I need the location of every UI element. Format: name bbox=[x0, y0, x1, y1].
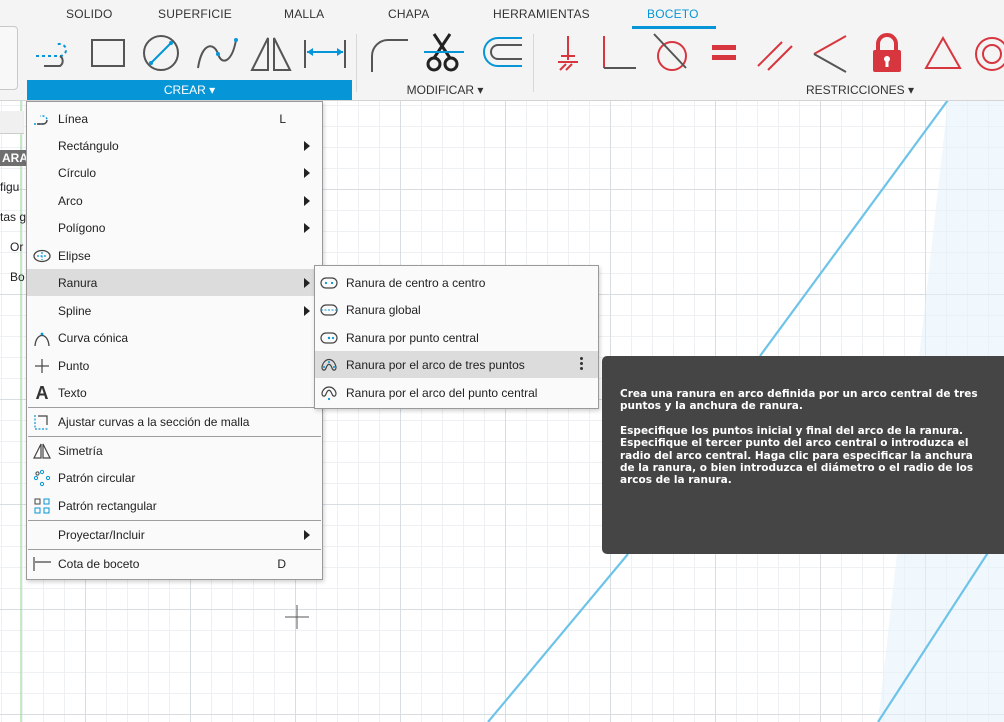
center-point-arc-slot-icon bbox=[320, 384, 338, 402]
modificar-group-label[interactable]: MODIFICAR ▾ bbox=[380, 80, 510, 100]
equal-constraint-icon[interactable] bbox=[704, 32, 744, 74]
ribbon-toolbar: SOLIDO SUPERFICIE MALLA CHAPA HERRAMIENT… bbox=[0, 0, 1004, 101]
tooltip-body: Especifique los puntos inicial y final d… bbox=[620, 424, 974, 487]
group-separator bbox=[533, 34, 534, 92]
restricciones-group-label[interactable]: RESTRICCIONES ▾ bbox=[780, 80, 940, 100]
tab-chapa[interactable]: CHAPA bbox=[388, 7, 429, 21]
three-point-arc-slot-icon bbox=[320, 356, 338, 374]
rectangular-pattern-icon bbox=[33, 497, 51, 515]
fit-curves-icon bbox=[33, 413, 51, 431]
menu-item-circulo[interactable]: Círculo bbox=[27, 159, 322, 186]
crear-menu: Línea L Rectángulo Círculo Arco Polígono… bbox=[26, 101, 323, 580]
submenu-arrow-icon bbox=[304, 223, 310, 233]
submenu-arrow-icon bbox=[304, 196, 310, 206]
collinear-constraint-icon[interactable] bbox=[806, 32, 852, 74]
submenu-arrow-icon bbox=[304, 306, 310, 316]
submenu-item-arco-punto-central[interactable]: Ranura por el arco del punto central bbox=[315, 379, 598, 406]
circle-tool-icon[interactable] bbox=[138, 32, 184, 74]
submenu-item-ranura-global[interactable]: Ranura global bbox=[315, 296, 598, 323]
tab-malla[interactable]: MALLA bbox=[284, 7, 324, 21]
triangle-constraint-icon[interactable] bbox=[920, 32, 966, 74]
submenu-item-punto-central[interactable]: Ranura por punto central bbox=[315, 324, 598, 351]
center-to-center-slot-icon bbox=[320, 274, 338, 292]
slot-line-lower bbox=[487, 553, 629, 722]
panel-label-bo[interactable]: Bo bbox=[10, 270, 25, 284]
panel-label-or[interactable]: Or bbox=[10, 240, 23, 254]
menu-item-ajustar-curvas[interactable]: Ajustar curvas a la sección de malla bbox=[27, 408, 322, 435]
active-tab-indicator bbox=[632, 26, 716, 29]
more-options-icon[interactable] bbox=[580, 357, 584, 372]
ribbon-tabs: SOLIDO SUPERFICIE MALLA CHAPA HERRAMIENT… bbox=[0, 0, 1004, 29]
menu-item-simetria[interactable]: Simetría bbox=[27, 437, 322, 464]
rectangle-tool-icon[interactable] bbox=[86, 32, 132, 74]
menu-item-rectangulo[interactable]: Rectángulo bbox=[27, 132, 322, 159]
mirror-icon bbox=[33, 442, 51, 460]
overall-slot-icon bbox=[320, 301, 338, 319]
submenu-arrow-icon bbox=[304, 168, 310, 178]
crear-group-label[interactable]: CREAR ▾ bbox=[27, 80, 352, 100]
sketch-dimension-tool-icon[interactable] bbox=[300, 32, 350, 74]
menu-item-punto[interactable]: Punto bbox=[27, 352, 322, 379]
line-tool-icon[interactable] bbox=[30, 32, 76, 74]
tooltip-title: Crea una ranura en arco definida por un … bbox=[620, 388, 978, 413]
menu-item-elipse[interactable]: Elipse bbox=[27, 242, 322, 269]
menu-item-cota-de-boceto[interactable]: Cota de boceto D bbox=[27, 550, 322, 577]
panel-label-figu[interactable]: figu bbox=[0, 180, 19, 194]
concentric-constraint-icon[interactable] bbox=[970, 32, 1004, 74]
tab-herramientas[interactable]: HERRAMIENTAS bbox=[493, 7, 590, 21]
menu-item-linea[interactable]: Línea L bbox=[27, 105, 322, 132]
submenu-item-arco-tres-puntos[interactable]: Ranura por el arco de tres puntos bbox=[315, 351, 598, 378]
point-icon bbox=[33, 357, 51, 375]
center-point-slot-icon bbox=[320, 329, 338, 347]
submenu-arrow-icon bbox=[304, 530, 310, 540]
fix-lock-icon[interactable] bbox=[864, 32, 910, 74]
circular-pattern-icon bbox=[33, 469, 51, 487]
sketch-dimension-icon bbox=[33, 555, 51, 573]
workspace-switcher[interactable] bbox=[0, 26, 18, 90]
parallel-constraint-icon[interactable] bbox=[752, 32, 798, 74]
offset-tool-icon[interactable] bbox=[476, 32, 526, 74]
panel-label-tas[interactable]: tas g bbox=[0, 210, 26, 224]
submenu-arrow-icon bbox=[304, 278, 310, 288]
command-tooltip: Crea una ranura en arco definida por un … bbox=[602, 356, 1004, 554]
text-icon: A bbox=[35, 382, 49, 403]
menu-item-patron-circular[interactable]: Patrón circular bbox=[27, 464, 322, 491]
menu-item-proyectar-incluir[interactable]: Proyectar/Incluir bbox=[27, 521, 322, 548]
tangent-constraint-icon[interactable] bbox=[648, 32, 694, 74]
trim-scissors-icon[interactable] bbox=[420, 32, 470, 74]
fillet-tool-icon[interactable] bbox=[366, 32, 412, 74]
menu-item-ranura[interactable]: Ranura bbox=[27, 269, 322, 296]
tab-superficie[interactable]: SUPERFICIE bbox=[158, 7, 232, 21]
menu-item-poligono[interactable]: Polígono bbox=[27, 214, 322, 241]
submenu-item-centro-a-centro[interactable]: Ranura de centro a centro bbox=[315, 269, 598, 296]
tab-solido[interactable]: SOLIDO bbox=[66, 7, 113, 21]
coincident-constraint-icon[interactable] bbox=[548, 32, 588, 74]
spline-tool-icon[interactable] bbox=[192, 32, 242, 74]
browser-header bbox=[0, 111, 24, 134]
menu-item-arco[interactable]: Arco bbox=[27, 187, 322, 214]
menu-item-spline[interactable]: Spline bbox=[27, 297, 322, 324]
line-icon bbox=[33, 110, 51, 128]
group-separator bbox=[356, 34, 357, 92]
tab-boceto[interactable]: BOCETO bbox=[647, 7, 699, 21]
mirror-tool-icon[interactable] bbox=[248, 32, 294, 74]
menu-item-texto[interactable]: A Texto bbox=[27, 379, 322, 406]
conic-curve-icon bbox=[33, 329, 51, 347]
slot-line-upper bbox=[759, 100, 949, 357]
menu-item-patron-rectangular[interactable]: Patrón rectangular bbox=[27, 492, 322, 519]
perpendicular-constraint-icon[interactable] bbox=[596, 32, 642, 74]
menu-item-curva-conica[interactable]: Curva cónica bbox=[27, 324, 322, 351]
ellipse-icon bbox=[33, 247, 51, 265]
ranura-submenu: Ranura de centro a centro Ranura global … bbox=[314, 265, 599, 409]
submenu-arrow-icon bbox=[304, 141, 310, 151]
